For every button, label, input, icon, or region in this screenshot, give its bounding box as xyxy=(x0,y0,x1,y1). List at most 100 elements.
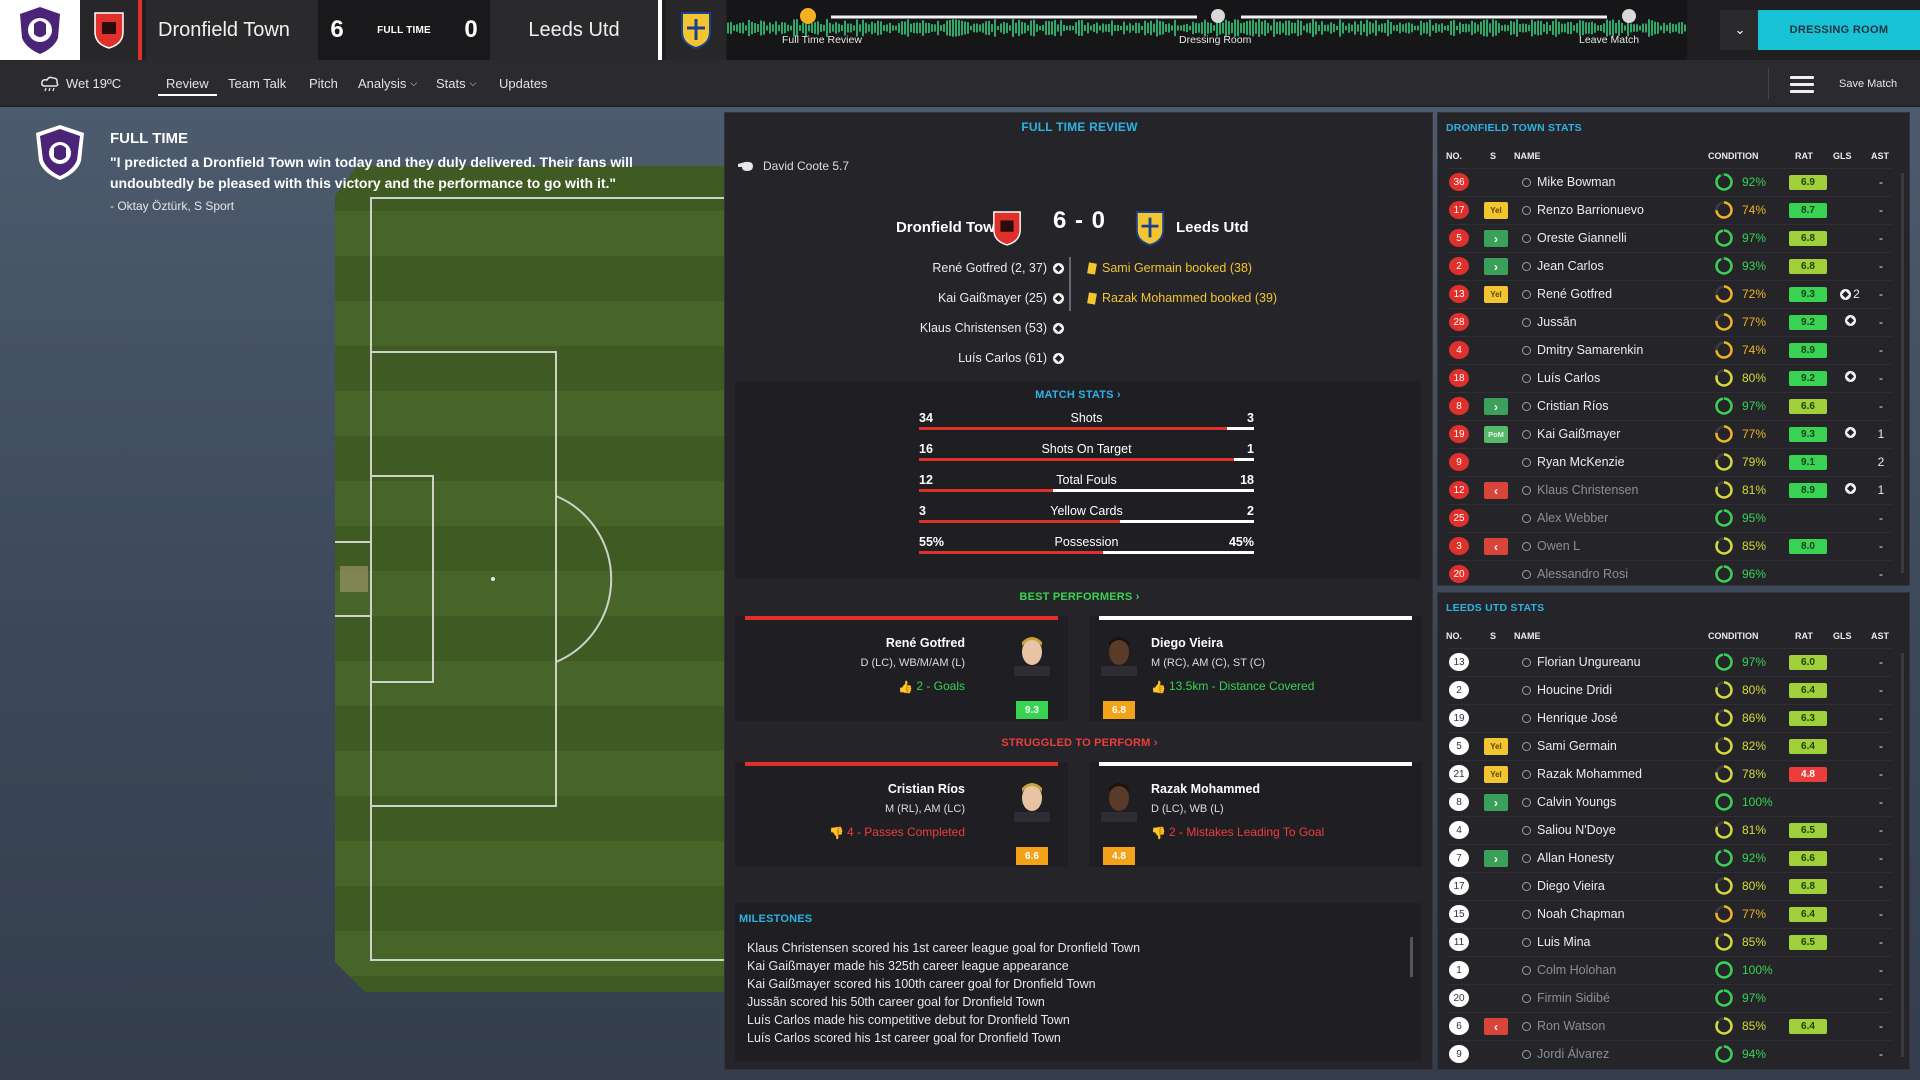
player-row[interactable]: 7 › Allan Honesty 92% 6.6 - xyxy=(1446,844,1893,870)
player-row[interactable]: 13 Yel René Gotfred 72% 9.3 2 - xyxy=(1446,280,1893,306)
review-away-team[interactable]: Leeds Utd xyxy=(1176,219,1249,236)
best-performers-link[interactable]: BEST PERFORMERS › xyxy=(725,591,1434,603)
col-header-condition[interactable]: CONDITION xyxy=(1708,151,1759,161)
col-header-rat[interactable]: RAT xyxy=(1795,151,1813,161)
col-header-s[interactable]: S xyxy=(1490,631,1496,641)
timeline-marker[interactable] xyxy=(1622,9,1636,23)
player-row[interactable]: 17 Yel Renzo Barrionuevo 74% 8.7 - xyxy=(1446,196,1893,222)
away-team-name[interactable]: Leeds Utd xyxy=(490,0,662,60)
player-row[interactable]: 4 Dmitry Samarenkin 74% 8.9 - xyxy=(1446,336,1893,362)
player-name[interactable]: Alex Webber xyxy=(1522,511,1608,525)
player-name[interactable]: Alessandro Rosi xyxy=(1522,567,1628,581)
player-name[interactable]: Florian Ungureanu xyxy=(1522,655,1641,669)
player-row[interactable]: 15 Noah Chapman 77% 6.4 - xyxy=(1446,900,1893,926)
match-timeline[interactable]: Full Time Review Dressing Room Leave Mat… xyxy=(727,0,1687,60)
timeline-marker-current[interactable] xyxy=(800,8,816,24)
away-stats-scrollbar[interactable] xyxy=(1901,653,1904,1057)
save-match-button[interactable]: Save Match xyxy=(1839,60,1897,107)
referee-info[interactable]: David Coote 5.7 xyxy=(737,159,849,173)
player-name[interactable]: Mike Bowman xyxy=(1522,175,1616,189)
league-logo[interactable] xyxy=(0,0,80,60)
player-row[interactable]: 2 › Jean Carlos 93% 6.8 - xyxy=(1446,252,1893,278)
player-row[interactable]: 12 ‹ Klaus Christensen 81% 8.9 1 xyxy=(1446,476,1893,502)
player-row[interactable]: 17 Diego Vieira 80% 6.8 - xyxy=(1446,872,1893,898)
player-row[interactable]: 6 ‹ Ron Watson 85% 6.4 - xyxy=(1446,1012,1893,1038)
player-name[interactable]: Klaus Christensen xyxy=(1522,483,1638,497)
away-team-crest[interactable] xyxy=(666,0,726,60)
player-row[interactable]: 20 Alessandro Rosi 96% - xyxy=(1446,560,1893,585)
player-name[interactable]: Ryan McKenzie xyxy=(1522,455,1625,469)
player-row[interactable]: 1 Colm Holohan 100% - xyxy=(1446,956,1893,982)
player-name[interactable]: Sami Germain xyxy=(1522,739,1617,753)
col-header-gls[interactable]: GLS xyxy=(1833,151,1852,161)
player-name[interactable]: Firmin Sidibé xyxy=(1522,991,1610,1005)
player-name[interactable]: Cristian Ríos xyxy=(1522,399,1609,413)
home-stats-scrollbar[interactable] xyxy=(1901,173,1904,573)
player-row[interactable]: 21 Yel Razak Mohammed 78% 4.8 - xyxy=(1446,760,1893,786)
player-row[interactable]: 25 Alex Webber 95% - xyxy=(1446,504,1893,530)
col-header-rat[interactable]: RAT xyxy=(1795,631,1813,641)
tab-updates[interactable]: Updates xyxy=(499,60,547,107)
col-header-no[interactable]: NO. xyxy=(1446,151,1462,161)
player-row[interactable]: 36 Mike Bowman 92% 6.9 - xyxy=(1446,168,1893,194)
tab-team-talk[interactable]: Team Talk xyxy=(228,60,286,107)
player-name[interactable]: Kai Gaißmayer xyxy=(1522,427,1620,441)
performer-name[interactable]: Diego Vieira xyxy=(1151,636,1223,650)
player-name[interactable]: Calvin Youngs xyxy=(1522,795,1616,809)
player-name[interactable]: Luis Mina xyxy=(1522,935,1591,949)
player-name[interactable]: Diego Vieira xyxy=(1522,879,1605,893)
performer-name[interactable]: Razak Mohammed xyxy=(1151,782,1260,796)
player-row[interactable]: 5 › Oreste Giannelli 97% 6.8 - xyxy=(1446,224,1893,250)
player-row[interactable]: 20 Firmin Sidibé 97% - xyxy=(1446,984,1893,1010)
col-header-ast[interactable]: AST xyxy=(1871,151,1889,161)
leeds-crest-icon[interactable] xyxy=(1134,209,1166,247)
player-name[interactable]: Ron Watson xyxy=(1522,1019,1605,1033)
performer-card[interactable]: Cristian Ríos M (RL), AM (LC) 👎 4 - Passes … xyxy=(735,762,1068,867)
player-name[interactable]: Jean Carlos xyxy=(1522,259,1604,273)
player-name[interactable]: Oreste Giannelli xyxy=(1522,231,1627,245)
col-header-no[interactable]: NO. xyxy=(1446,631,1462,641)
player-name[interactable]: Jussãn xyxy=(1522,315,1577,329)
tab-pitch[interactable]: Pitch xyxy=(309,60,338,107)
player-name[interactable]: Henrique José xyxy=(1522,711,1618,725)
player-row[interactable]: 5 Yel Sami Germain 82% 6.4 - xyxy=(1446,732,1893,758)
player-row[interactable]: 2 Houcine Dridi 80% 6.4 - xyxy=(1446,676,1893,702)
match-stats-link[interactable]: MATCH STATS › xyxy=(735,389,1421,401)
player-row[interactable]: 19 PoM Kai Gaißmayer 77% 9.3 1 xyxy=(1446,420,1893,446)
home-team-crest[interactable] xyxy=(80,0,142,60)
player-name[interactable]: Renzo Barrionuevo xyxy=(1522,203,1644,217)
player-name[interactable]: Jordi Álvarez xyxy=(1522,1047,1609,1061)
tab-stats[interactable]: Stats ⌵ xyxy=(436,60,476,107)
player-row[interactable]: 9 Ryan McKenzie 79% 9.1 2 xyxy=(1446,448,1893,474)
col-header-condition[interactable]: CONDITION xyxy=(1708,631,1759,641)
col-header-ast[interactable]: AST xyxy=(1871,631,1889,641)
player-row[interactable]: 4 Saliou N'Doye 81% 6.5 - xyxy=(1446,816,1893,842)
player-row[interactable]: 28 Jussãn 77% 9.2 - xyxy=(1446,308,1893,334)
milestones-scrollbar[interactable] xyxy=(1410,937,1413,977)
player-row[interactable]: 9 Jordi Álvarez 94% - xyxy=(1446,1040,1893,1066)
timeline-marker[interactable] xyxy=(1211,9,1225,23)
timeline-label-leave[interactable]: Leave Match xyxy=(1579,34,1639,46)
performer-card[interactable]: René Gotfred D (LC), WB/M/AM (L) 👍 2 - Goal… xyxy=(735,616,1068,721)
col-header-name[interactable]: NAME xyxy=(1514,151,1541,161)
performer-card[interactable]: Diego Vieira M (RC), AM (C), ST (C) 👍 13.5k… xyxy=(1089,616,1422,721)
player-name[interactable]: Luís Carlos xyxy=(1522,371,1600,385)
dressing-room-button[interactable]: DRESSING ROOM xyxy=(1758,10,1920,50)
player-name[interactable]: Houcine Dridi xyxy=(1522,683,1612,697)
tab-analysis[interactable]: Analysis ⌵ xyxy=(358,60,417,107)
performer-card[interactable]: Razak Mohammed D (LC), WB (L) 👎 2 - Mistake… xyxy=(1089,762,1422,867)
struggled-link[interactable]: STRUGGLED TO PERFORM › xyxy=(725,737,1434,749)
player-name[interactable]: Saliou N'Doye xyxy=(1522,823,1616,837)
timeline-label-review[interactable]: Full Time Review xyxy=(782,34,862,46)
menu-icon[interactable] xyxy=(1790,72,1814,96)
player-name[interactable]: Noah Chapman xyxy=(1522,907,1625,921)
player-row[interactable]: 3 ‹ Owen L 85% 8.0 - xyxy=(1446,532,1893,558)
player-name[interactable]: Allan Honesty xyxy=(1522,851,1614,865)
player-row[interactable]: 11 Luis Mina 85% 6.5 - xyxy=(1446,928,1893,954)
player-name[interactable]: René Gotfred xyxy=(1522,287,1612,301)
player-row[interactable]: 19 Henrique José 86% 6.3 - xyxy=(1446,704,1893,730)
col-header-gls[interactable]: GLS xyxy=(1833,631,1852,641)
home-team-name[interactable]: Dronfield Town xyxy=(146,0,318,60)
performer-name[interactable]: René Gotfred xyxy=(886,636,965,650)
player-row[interactable]: 18 Luís Carlos 80% 9.2 - xyxy=(1446,364,1893,390)
